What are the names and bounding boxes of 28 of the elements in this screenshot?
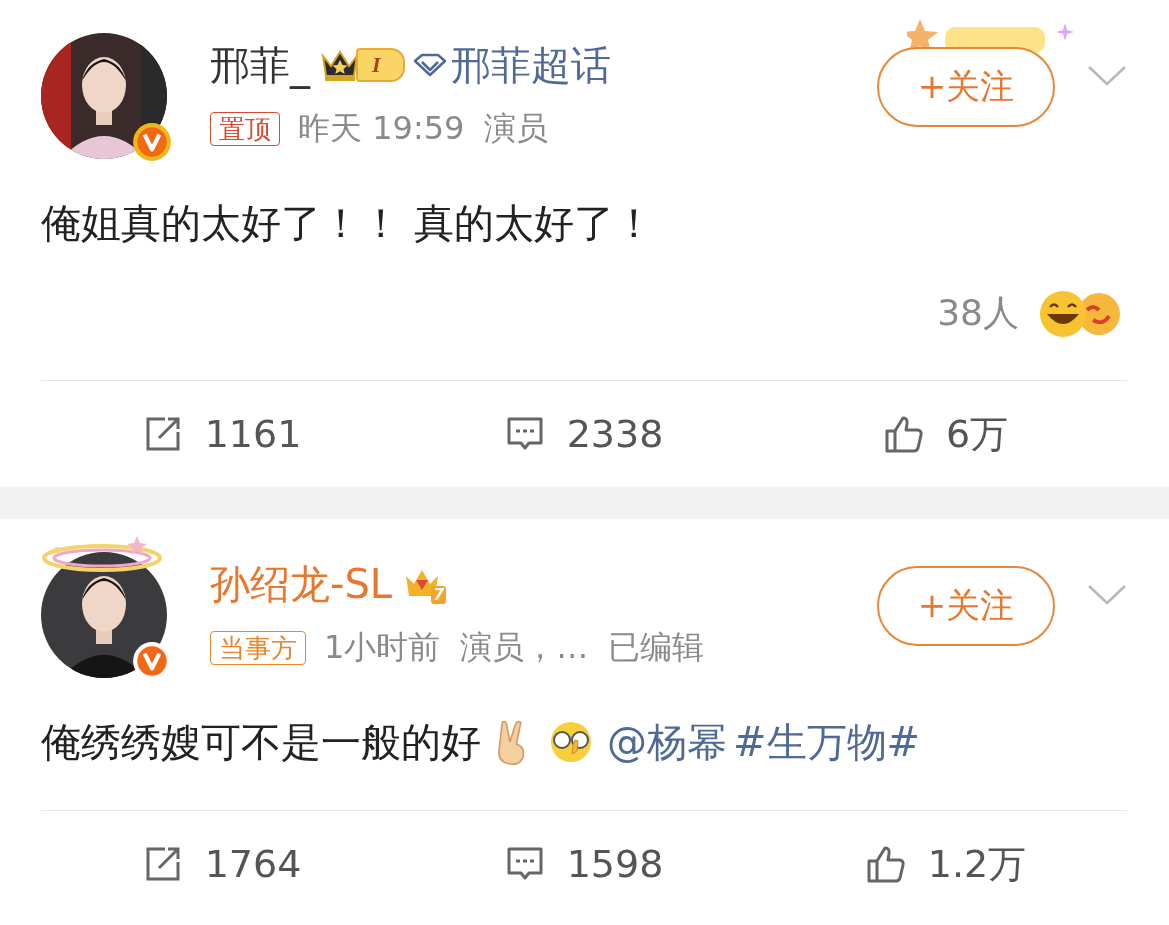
thumbs-up-icon[interactable]: [883, 414, 924, 454]
action-count: 1598: [566, 842, 664, 886]
thumbs-up-icon[interactable]: [865, 844, 906, 884]
follow-button[interactable]: +关注: [877, 566, 1055, 646]
author-name[interactable]: 邢菲_: [210, 37, 310, 93]
post-source: 演员: [484, 108, 549, 149]
post-source: 演员，…: [460, 627, 589, 668]
diamond-icon: [412, 53, 447, 77]
edited-label: 已编辑: [608, 627, 705, 668]
post-tag: 置顶: [210, 112, 280, 146]
level-badge: 7: [402, 564, 447, 604]
action-count: 2338: [566, 412, 664, 456]
post-time: 昨天 19:59: [298, 108, 465, 149]
post-text: 俺姐真的太好了！！ 真的太好了！: [41, 199, 655, 248]
post-time: 1小时前: [324, 627, 441, 668]
post-text: 俺绣绣嫂可不是一般的好 @杨幂#生万物#: [41, 712, 1127, 772]
post-tag: 当事方: [210, 631, 306, 665]
supertopic-link[interactable]: 邢菲超话: [412, 37, 611, 93]
mention-link[interactable]: @杨幂: [607, 712, 727, 772]
action-count: 6万: [945, 410, 1009, 458]
follow-button[interactable]: +关注: [877, 47, 1055, 127]
action-count: 1161: [204, 412, 302, 456]
action-count: 1764: [204, 842, 302, 886]
reaction-count[interactable]: 38人: [937, 289, 1019, 338]
author-name[interactable]: 孙绍龙-SL: [210, 556, 393, 612]
action-count: 1.2万: [927, 840, 1027, 888]
topic-link[interactable]: #生万物#: [733, 712, 921, 772]
verified-icon: [131, 121, 173, 163]
